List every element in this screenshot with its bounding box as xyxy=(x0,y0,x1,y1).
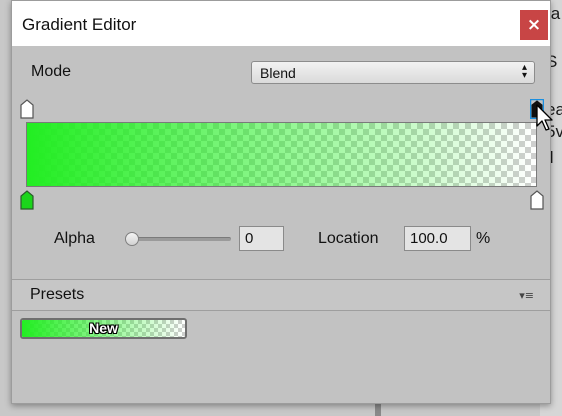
preset-name: New xyxy=(89,320,118,336)
presets-menu-icon[interactable]: ▾≡ xyxy=(519,289,534,302)
select-arrows-icon: ▴ ▾ xyxy=(521,62,527,81)
percent-sign: % xyxy=(476,230,491,247)
alpha-key-start-marker[interactable] xyxy=(20,99,34,119)
close-icon: × xyxy=(526,15,542,35)
gradient-preview[interactable] xyxy=(26,122,537,187)
mouse-cursor-icon xyxy=(536,104,554,137)
presets-header: Presets ▾≡ xyxy=(12,280,550,310)
title-bar[interactable]: Gradient Editor × xyxy=(12,1,550,46)
mode-value: Blend xyxy=(260,65,296,81)
alpha-slider-track[interactable] xyxy=(131,237,231,241)
alpha-slider-thumb[interactable] xyxy=(125,232,139,246)
color-key-end-marker[interactable] xyxy=(530,190,544,210)
mode-label: Mode xyxy=(31,63,72,80)
gradient-fill xyxy=(27,123,536,186)
location-value-field[interactable]: 100.0 xyxy=(404,226,471,251)
mode-dropdown[interactable]: Blend ▴ ▾ xyxy=(251,61,535,84)
alpha-label: Alpha xyxy=(54,230,95,247)
background-divider xyxy=(375,404,381,416)
presets-divider-bottom xyxy=(12,310,550,311)
preset-swatch-new[interactable]: New xyxy=(20,318,187,339)
presets-label: Presets xyxy=(30,286,85,303)
location-label: Location xyxy=(318,230,379,247)
close-button[interactable]: × xyxy=(520,10,548,40)
color-key-start-marker[interactable] xyxy=(20,190,34,210)
gradient-editor-dialog: Gradient Editor × Mode Blend ▴ ▾ Alpha 0… xyxy=(11,0,551,404)
dialog-title: Gradient Editor xyxy=(22,15,137,34)
alpha-value-field[interactable]: 0 xyxy=(239,226,284,251)
